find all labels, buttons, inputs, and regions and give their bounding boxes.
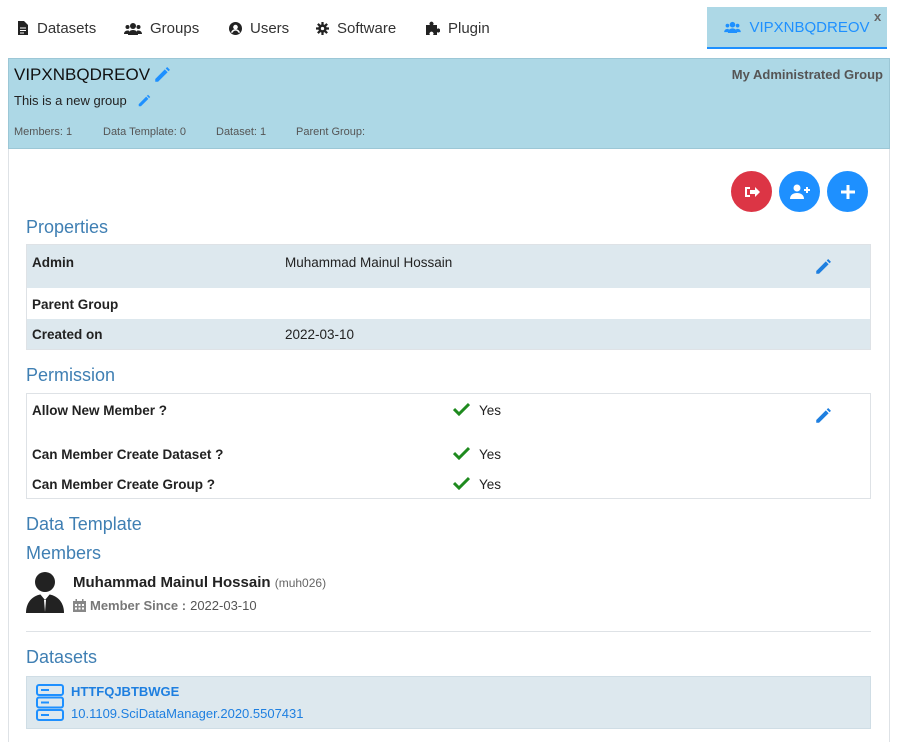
- datasets-title: Datasets: [26, 647, 98, 667]
- avatar-icon: [26, 572, 64, 613]
- stat-dataset: Dataset: 1: [216, 126, 267, 138]
- member-username: (muh026): [274, 576, 327, 590]
- users-group-icon: [724, 21, 742, 33]
- group-name-row: VIPXNBQDREOV: [14, 65, 171, 85]
- group-description-row: This is a new group: [14, 93, 151, 108]
- users-group-icon: [124, 22, 142, 35]
- edit-pencil-icon[interactable]: [814, 407, 832, 425]
- file-icon: [18, 21, 28, 35]
- puzzle-icon: [426, 21, 440, 35]
- permission-label: Allow New Member ?: [32, 403, 168, 418]
- stat-members: Members: 1: [14, 126, 73, 138]
- nav-plugin-label: Plugin: [448, 19, 490, 37]
- property-label: Created on: [32, 327, 103, 342]
- plus-icon: [840, 184, 855, 199]
- tab-group-active[interactable]: VIPXNBQDREOV: [707, 7, 887, 49]
- permission-value: Yes: [479, 403, 502, 418]
- property-value: Muhammad Mainul Hossain: [285, 255, 453, 270]
- nav-groups[interactable]: Groups: [124, 18, 199, 38]
- permission-row: Can Member Create Group ? Yes: [27, 468, 870, 498]
- gear-icon: [316, 21, 329, 35]
- sign-out-icon: [744, 186, 760, 197]
- nav-plugin[interactable]: Plugin: [426, 18, 490, 38]
- member-name-row: Muhammad Mainul Hossain (muh026): [73, 574, 326, 591]
- add-member-button[interactable]: [779, 171, 820, 212]
- property-row-created-on: Created on 2022-03-10: [27, 319, 870, 349]
- stat-data-template: Data Template: 0: [103, 126, 186, 138]
- nav-datasets-label: Datasets: [37, 19, 97, 37]
- nav-users[interactable]: Users: [229, 18, 289, 38]
- property-row-parent-group: Parent Group: [27, 288, 870, 319]
- property-row-admin: Admin Muhammad Mainul Hossain: [27, 245, 870, 288]
- edit-pencil-icon[interactable]: [153, 66, 171, 84]
- tab-close-button[interactable]: x: [874, 9, 881, 24]
- permission-row: Can Member Create Dataset ? Yes: [27, 438, 870, 468]
- user-circle-icon: [229, 21, 242, 35]
- permission-table: Allow New Member ? Yes Can Member Create…: [26, 393, 871, 499]
- check-icon: [453, 446, 470, 460]
- permission-label: Can Member Create Group ?: [32, 477, 216, 492]
- group-name: VIPXNBQDREOV: [14, 65, 151, 84]
- server-database-icon: [36, 684, 64, 721]
- permission-title: Permission: [26, 365, 116, 385]
- nav-users-label: Users: [250, 19, 290, 37]
- tab-group-label: VIPXNBQDREOV: [749, 18, 870, 36]
- nav-software-label: Software: [337, 19, 397, 37]
- property-label: Parent Group: [32, 297, 119, 312]
- properties-table: Admin Muhammad Mainul Hossain Parent Gro…: [26, 244, 871, 350]
- divider: [26, 631, 871, 632]
- edit-pencil-icon[interactable]: [814, 258, 832, 276]
- member-name[interactable]: Muhammad Mainul Hossain: [73, 574, 271, 591]
- data-template-title: Data Template: [26, 514, 142, 534]
- properties-title: Properties: [26, 217, 109, 237]
- property-value: 2022-03-10: [285, 327, 355, 342]
- property-label: Admin: [32, 255, 74, 270]
- add-button[interactable]: [827, 171, 868, 212]
- top-nav: Datasets Groups Users Software Plugin VI…: [0, 0, 900, 57]
- nav-groups-label: Groups: [150, 19, 200, 37]
- check-icon: [453, 476, 470, 490]
- member-since-value: 2022-03-10: [190, 598, 257, 613]
- calendar-icon: [73, 599, 86, 612]
- edit-pencil-icon[interactable]: [137, 94, 151, 108]
- group-description: This is a new group: [14, 93, 127, 108]
- check-icon: [453, 402, 470, 416]
- dataset-name-link[interactable]: HTTFQJBTBWGE: [71, 684, 179, 699]
- group-tag: My Administrated Group: [731, 67, 883, 82]
- group-header: VIPXNBQDREOV This is a new group My Admi…: [8, 58, 890, 149]
- leave-group-button[interactable]: [731, 171, 772, 212]
- nav-software[interactable]: Software: [316, 18, 396, 38]
- dataset-doi-link[interactable]: 10.1109.SciDataManager.2020.5507431: [71, 706, 304, 721]
- user-plus-icon: [789, 184, 810, 199]
- stat-parent-group: Parent Group:: [296, 126, 366, 138]
- members-title: Members: [26, 543, 102, 563]
- nav-datasets[interactable]: Datasets: [17, 18, 96, 38]
- dataset-item[interactable]: HTTFQJBTBWGE 10.1109.SciDataManager.2020…: [26, 676, 871, 729]
- permission-label: Can Member Create Dataset ?: [32, 447, 224, 462]
- permission-value: Yes: [479, 477, 502, 492]
- permission-value: Yes: [479, 447, 502, 462]
- member-since-row: Member Since : 2022-03-10: [73, 598, 257, 613]
- member-since-label: Member Since :: [90, 598, 187, 613]
- permission-row: Allow New Member ? Yes: [27, 394, 870, 438]
